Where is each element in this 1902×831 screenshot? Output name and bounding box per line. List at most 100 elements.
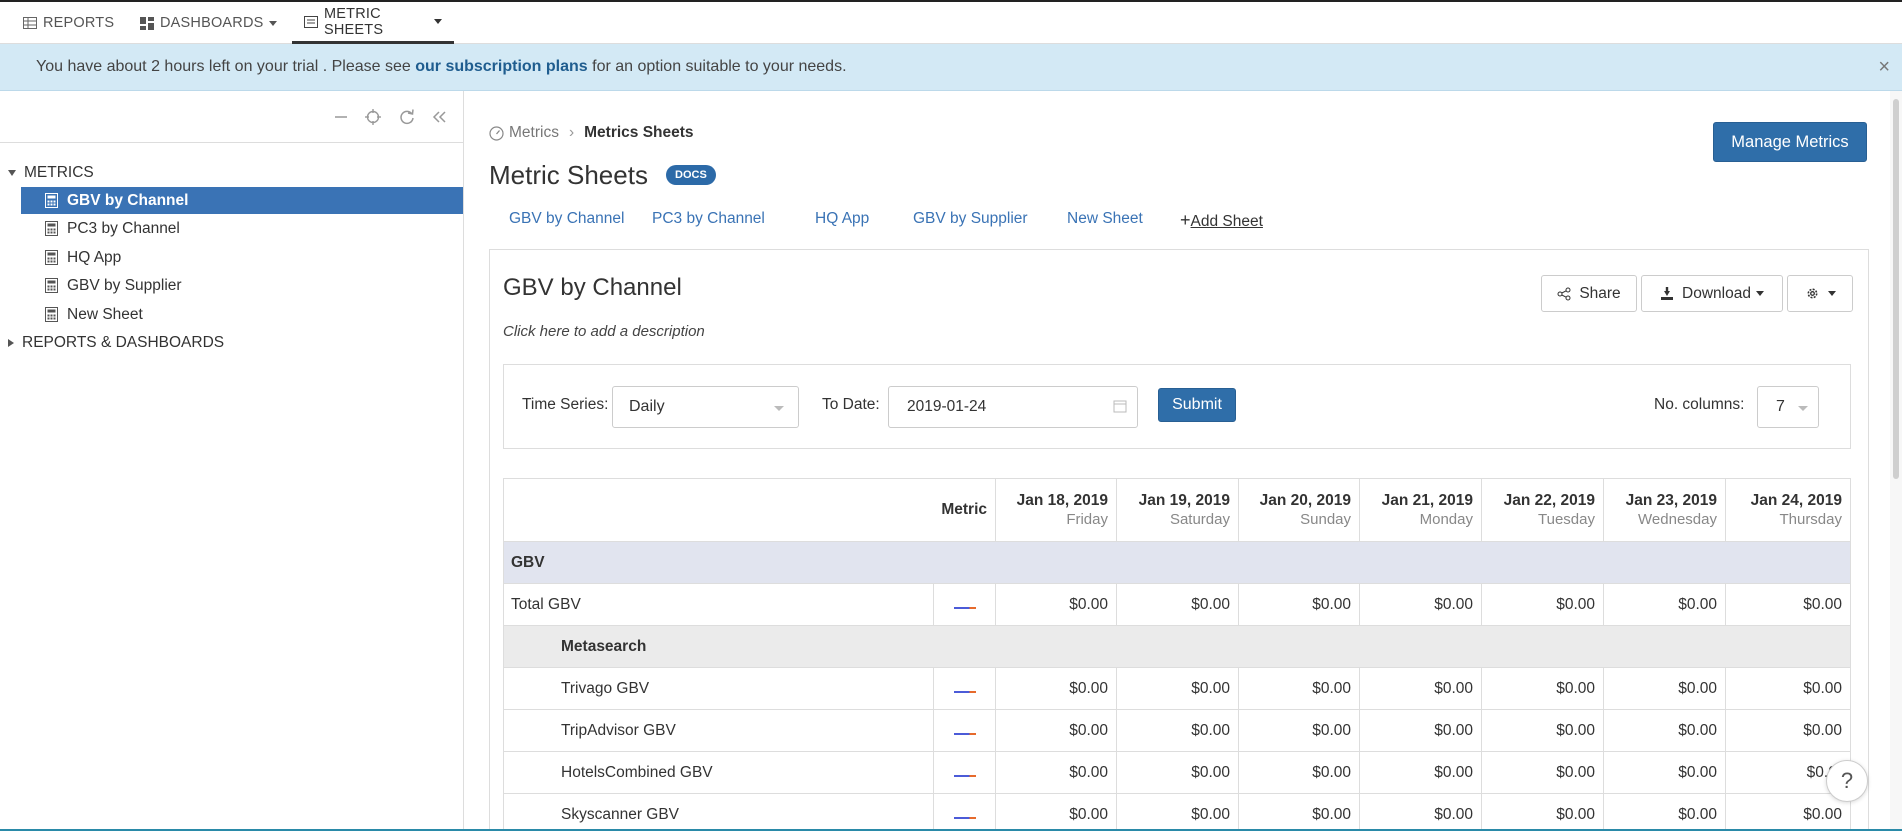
sidebar-item-label: PC3 by Channel: [67, 219, 180, 237]
sidebar-item-hq-app[interactable]: HQ App: [21, 244, 463, 271]
sheet-description[interactable]: Click here to add a description: [503, 323, 705, 340]
sidebar-item-pc3-by-channel[interactable]: PC3 by Channel: [21, 215, 463, 242]
metric-value: $0.00: [995, 709, 1117, 752]
columns-select[interactable]: 7: [1757, 386, 1819, 428]
tab-gbv-by-supplier[interactable]: GBV by Supplier: [913, 210, 1028, 228]
sidebar-item-label: GBV by Channel: [67, 191, 189, 209]
nav-metric-sheets-label: METRIC SHEETS: [324, 5, 384, 38]
metric-value: $0.00: [1481, 667, 1604, 710]
metric-value: $0.00: [1116, 793, 1239, 831]
calculator-icon: [45, 250, 58, 270]
docs-badge[interactable]: DOCS: [666, 165, 716, 185]
scrollbar-thumb[interactable]: [1893, 99, 1899, 479]
metric-value: $0.00: [1725, 583, 1851, 626]
table-icon: [23, 17, 37, 29]
subgroup-row: Metasearch: [503, 625, 1851, 668]
sparkline-icon: [953, 774, 976, 777]
sheet-icon: [304, 15, 318, 28]
collapse-all-icon[interactable]: [332, 108, 350, 126]
sparkline-icon: [953, 606, 976, 609]
tree-reports-header[interactable]: REPORTS & DASHBOARDS: [8, 329, 224, 356]
page-scrollbar[interactable]: [1890, 91, 1902, 831]
metric-value: $0.00: [1359, 751, 1482, 794]
tab-hq-app[interactable]: HQ App: [815, 210, 869, 228]
metric-value: $0.00: [1603, 793, 1726, 831]
sidebar-item-gbv-by-channel[interactable]: GBV by Channel: [21, 187, 463, 214]
column-dow: Tuesday: [1538, 511, 1595, 528]
close-icon[interactable]: ×: [1878, 56, 1890, 79]
refresh-icon[interactable]: [398, 108, 416, 126]
manage-metrics-button[interactable]: Manage Metrics: [1713, 122, 1867, 162]
sidebar: METRICS GBV by Channel PC3 by Channel HQ…: [0, 91, 464, 831]
chevron-down-icon: [434, 19, 442, 24]
date-column-header[interactable]: Jan 24, 2019 Thursday: [1725, 478, 1851, 542]
banner-text-before: You have about 2 hours left on your tria…: [36, 58, 416, 75]
column-dow: Sunday: [1300, 511, 1351, 528]
submit-button[interactable]: Submit: [1158, 388, 1236, 422]
to-date-input[interactable]: 2019-01-24: [888, 386, 1138, 428]
date-column-header[interactable]: Jan 23, 2019 Wednesday: [1603, 478, 1726, 542]
sheet-title[interactable]: GBV by Channel: [503, 274, 682, 302]
column-date: Jan 23, 2019: [1625, 492, 1717, 509]
column-date: Jan 21, 2019: [1381, 492, 1473, 509]
tab-pc3-by-channel[interactable]: PC3 by Channel: [652, 210, 765, 228]
date-column-header[interactable]: Jan 21, 2019 Monday: [1359, 478, 1482, 542]
metric-value: $0.00: [1359, 709, 1482, 752]
metric-value: $0.00: [995, 793, 1117, 831]
subgroup-label[interactable]: Metasearch: [503, 625, 1851, 668]
sidebar-item-label: HQ App: [67, 248, 122, 266]
metric-column-header[interactable]: Metric: [503, 478, 996, 542]
share-label: Share: [1579, 284, 1621, 302]
tab-new-sheet[interactable]: New Sheet: [1067, 210, 1143, 228]
metric-name[interactable]: Trivago GBV: [503, 667, 934, 710]
table-row: Trivago GBV $0.00 $0.00 $0.00 $0.00 $0.0…: [503, 667, 1851, 710]
nav-metric-sheets[interactable]: METRIC SHEETS: [292, 2, 454, 44]
date-column-header[interactable]: Jan 19, 2019 Saturday: [1116, 478, 1239, 542]
metric-name[interactable]: TripAdvisor GBV: [503, 709, 934, 752]
calendar-icon[interactable]: [1113, 399, 1127, 413]
download-icon: [1660, 286, 1674, 301]
sidebar-item-gbv-by-supplier[interactable]: GBV by Supplier: [21, 272, 463, 299]
sparkline: [933, 751, 996, 794]
date-column-header[interactable]: Jan 18, 2019 Friday: [995, 478, 1117, 542]
metric-value: $0.00: [995, 751, 1117, 794]
date-column-header[interactable]: Jan 20, 2019 Sunday: [1238, 478, 1360, 542]
nav-dashboards-label: DASHBOARDS: [160, 15, 264, 31]
share-button[interactable]: Share: [1541, 275, 1637, 312]
sidebar-item-new-sheet[interactable]: New Sheet: [21, 301, 463, 328]
dashboard-icon: [140, 16, 154, 30]
tree-reports-label: REPORTS & DASHBOARDS: [22, 333, 225, 351]
chevron-down-icon: [774, 406, 784, 411]
metric-value: $0.00: [1238, 793, 1360, 831]
date-column-header[interactable]: Jan 22, 2019 Tuesday: [1481, 478, 1604, 542]
add-sheet-button[interactable]: +Add Sheet: [1180, 210, 1263, 231]
metric-name[interactable]: Skyscanner GBV: [503, 793, 934, 831]
chevron-down-icon: [268, 20, 277, 26]
subscription-plans-link[interactable]: our subscription plans: [415, 58, 587, 76]
download-button[interactable]: Download: [1641, 275, 1783, 312]
tab-gbv-by-channel[interactable]: GBV by Channel: [509, 210, 624, 228]
plus-icon: +: [1180, 210, 1191, 230]
to-date-label: To Date:: [822, 396, 880, 413]
metric-value: $0.00: [1238, 583, 1360, 626]
metric-value: $0.00: [1481, 709, 1604, 752]
breadcrumb-metrics[interactable]: Metrics: [509, 124, 559, 142]
tree-metrics-header[interactable]: METRICS: [8, 159, 94, 186]
share-icon: [1557, 287, 1571, 301]
group-label[interactable]: GBV: [503, 541, 1851, 584]
locate-icon[interactable]: [364, 108, 382, 126]
main-content: Metrics › Metrics Sheets Metric Sheets D…: [464, 91, 1902, 831]
settings-button[interactable]: [1787, 275, 1853, 312]
nav-reports[interactable]: REPORTS: [23, 2, 114, 44]
time-series-select[interactable]: Daily: [612, 386, 799, 428]
metric-name[interactable]: Total GBV: [503, 583, 934, 626]
download-label: Download: [1682, 284, 1751, 302]
chevron-down-icon: [1755, 291, 1764, 296]
breadcrumb: Metrics › Metrics Sheets: [489, 124, 694, 142]
metric-value: $0.00: [1238, 751, 1360, 794]
column-date: Jan 20, 2019: [1259, 492, 1351, 509]
help-button[interactable]: ?: [1826, 760, 1868, 802]
metric-name[interactable]: HotelsCombined GBV: [503, 751, 934, 794]
double-chevron-left-icon[interactable]: [430, 108, 448, 126]
nav-dashboards[interactable]: DASHBOARDS: [140, 2, 277, 44]
